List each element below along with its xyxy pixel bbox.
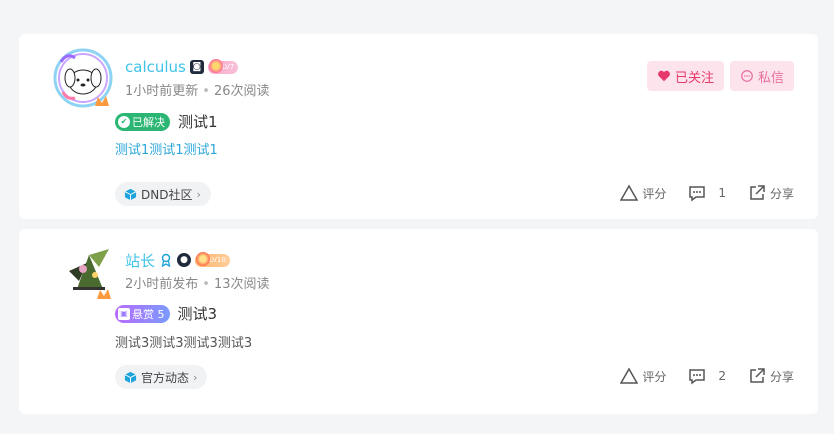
post-card[interactable]: 站长 ● LV10 2小时前发布 • 13次阅读 ▣ 悬赏 5 测试3 测试3测试3… [19,229,818,414]
post-title[interactable]: 测试3 [178,303,218,324]
share-button[interactable]: 分享 [748,184,794,202]
follow-button[interactable]: 已关注 [646,61,724,91]
rate-icon [620,367,639,384]
rate-button[interactable]: 评分 [620,367,666,385]
post-title-row[interactable]: ▣ 悬赏 5 测试3 [115,303,217,324]
post-views: 26次阅读 [213,84,270,99]
author-name[interactable]: 站长 [125,250,155,271]
post-excerpt[interactable]: 测试1测试1测试1 [115,139,218,158]
chevron-right-icon: › [193,370,198,384]
post-title-row[interactable]: ✔ 已解决 测试1 [115,111,218,132]
status-badge: ✔ 已解决 [115,112,170,131]
chevron-right-icon: › [196,187,201,201]
comment-icon [689,369,706,385]
comment-count: 1 [718,186,726,200]
gift-icon: ▣ [118,307,130,320]
follow-label: 已关注 [674,70,714,86]
post-time: 1小时前更新 [125,84,199,99]
post-header: calculus ◙ LV7 1小时前更新 • 26次阅读 [125,58,270,99]
post-excerpt[interactable]: 测试3测试3测试3测试3 [115,332,252,351]
post-meta: 2小时前发布 • 13次阅读 [125,277,270,292]
verified-icon: ◙ [189,60,204,74]
level-badge-icon: LV7 [207,58,239,74]
topic-tag[interactable]: 官方动态 › [115,365,208,389]
message-button[interactable]: 私信 [729,61,794,91]
topic-tag[interactable]: DND社区 › [115,182,211,206]
cube-icon [124,371,137,383]
comment-count: 2 [718,369,726,383]
message-label: 私信 [757,70,784,86]
post-meta: 1小时前更新 • 26次阅读 [125,84,270,99]
cube-icon [124,188,137,200]
user-badge-icon: ● [177,253,192,267]
topic-tag-label: DND社区 [141,187,193,202]
rate-icon [620,184,639,201]
post-views: 13次阅读 [213,277,270,292]
avatar-badge-icon [95,96,109,106]
author-actions: 已关注 私信 [646,61,794,91]
post-title[interactable]: 测试1 [178,111,218,132]
post-actions: 评分 2 分享 [620,367,794,385]
share-icon [750,368,765,383]
medal-icon [159,253,173,267]
heart-icon [658,70,670,82]
status-badge: ▣ 悬赏 5 [115,304,170,323]
comment-icon [689,186,706,202]
rate-button[interactable]: 评分 [620,184,666,202]
check-icon: ✔ [118,115,130,128]
post-header: 站长 ● LV10 2小时前发布 • 13次阅读 [125,251,270,292]
share-button[interactable]: 分享 [748,367,794,385]
comment-button[interactable]: 1 [688,184,726,202]
post-feed: calculus ◙ LV7 1小时前更新 • 26次阅读 已关注 私信 ✔ 已解决 [14,12,822,424]
message-icon [741,70,753,82]
post-time: 2小时前发布 [125,277,199,292]
post-actions: 评分 1 分享 [620,184,794,202]
level-badge-icon: LV10 [195,251,230,267]
avatar-badge-icon [97,289,111,299]
comment-button[interactable]: 2 [688,367,726,385]
post-card[interactable]: calculus ◙ LV7 1小时前更新 • 26次阅读 已关注 私信 ✔ 已解决 [19,34,818,219]
share-icon [750,185,765,200]
author-name[interactable]: calculus [125,58,186,76]
topic-tag-label: 官方动态 [141,370,190,385]
